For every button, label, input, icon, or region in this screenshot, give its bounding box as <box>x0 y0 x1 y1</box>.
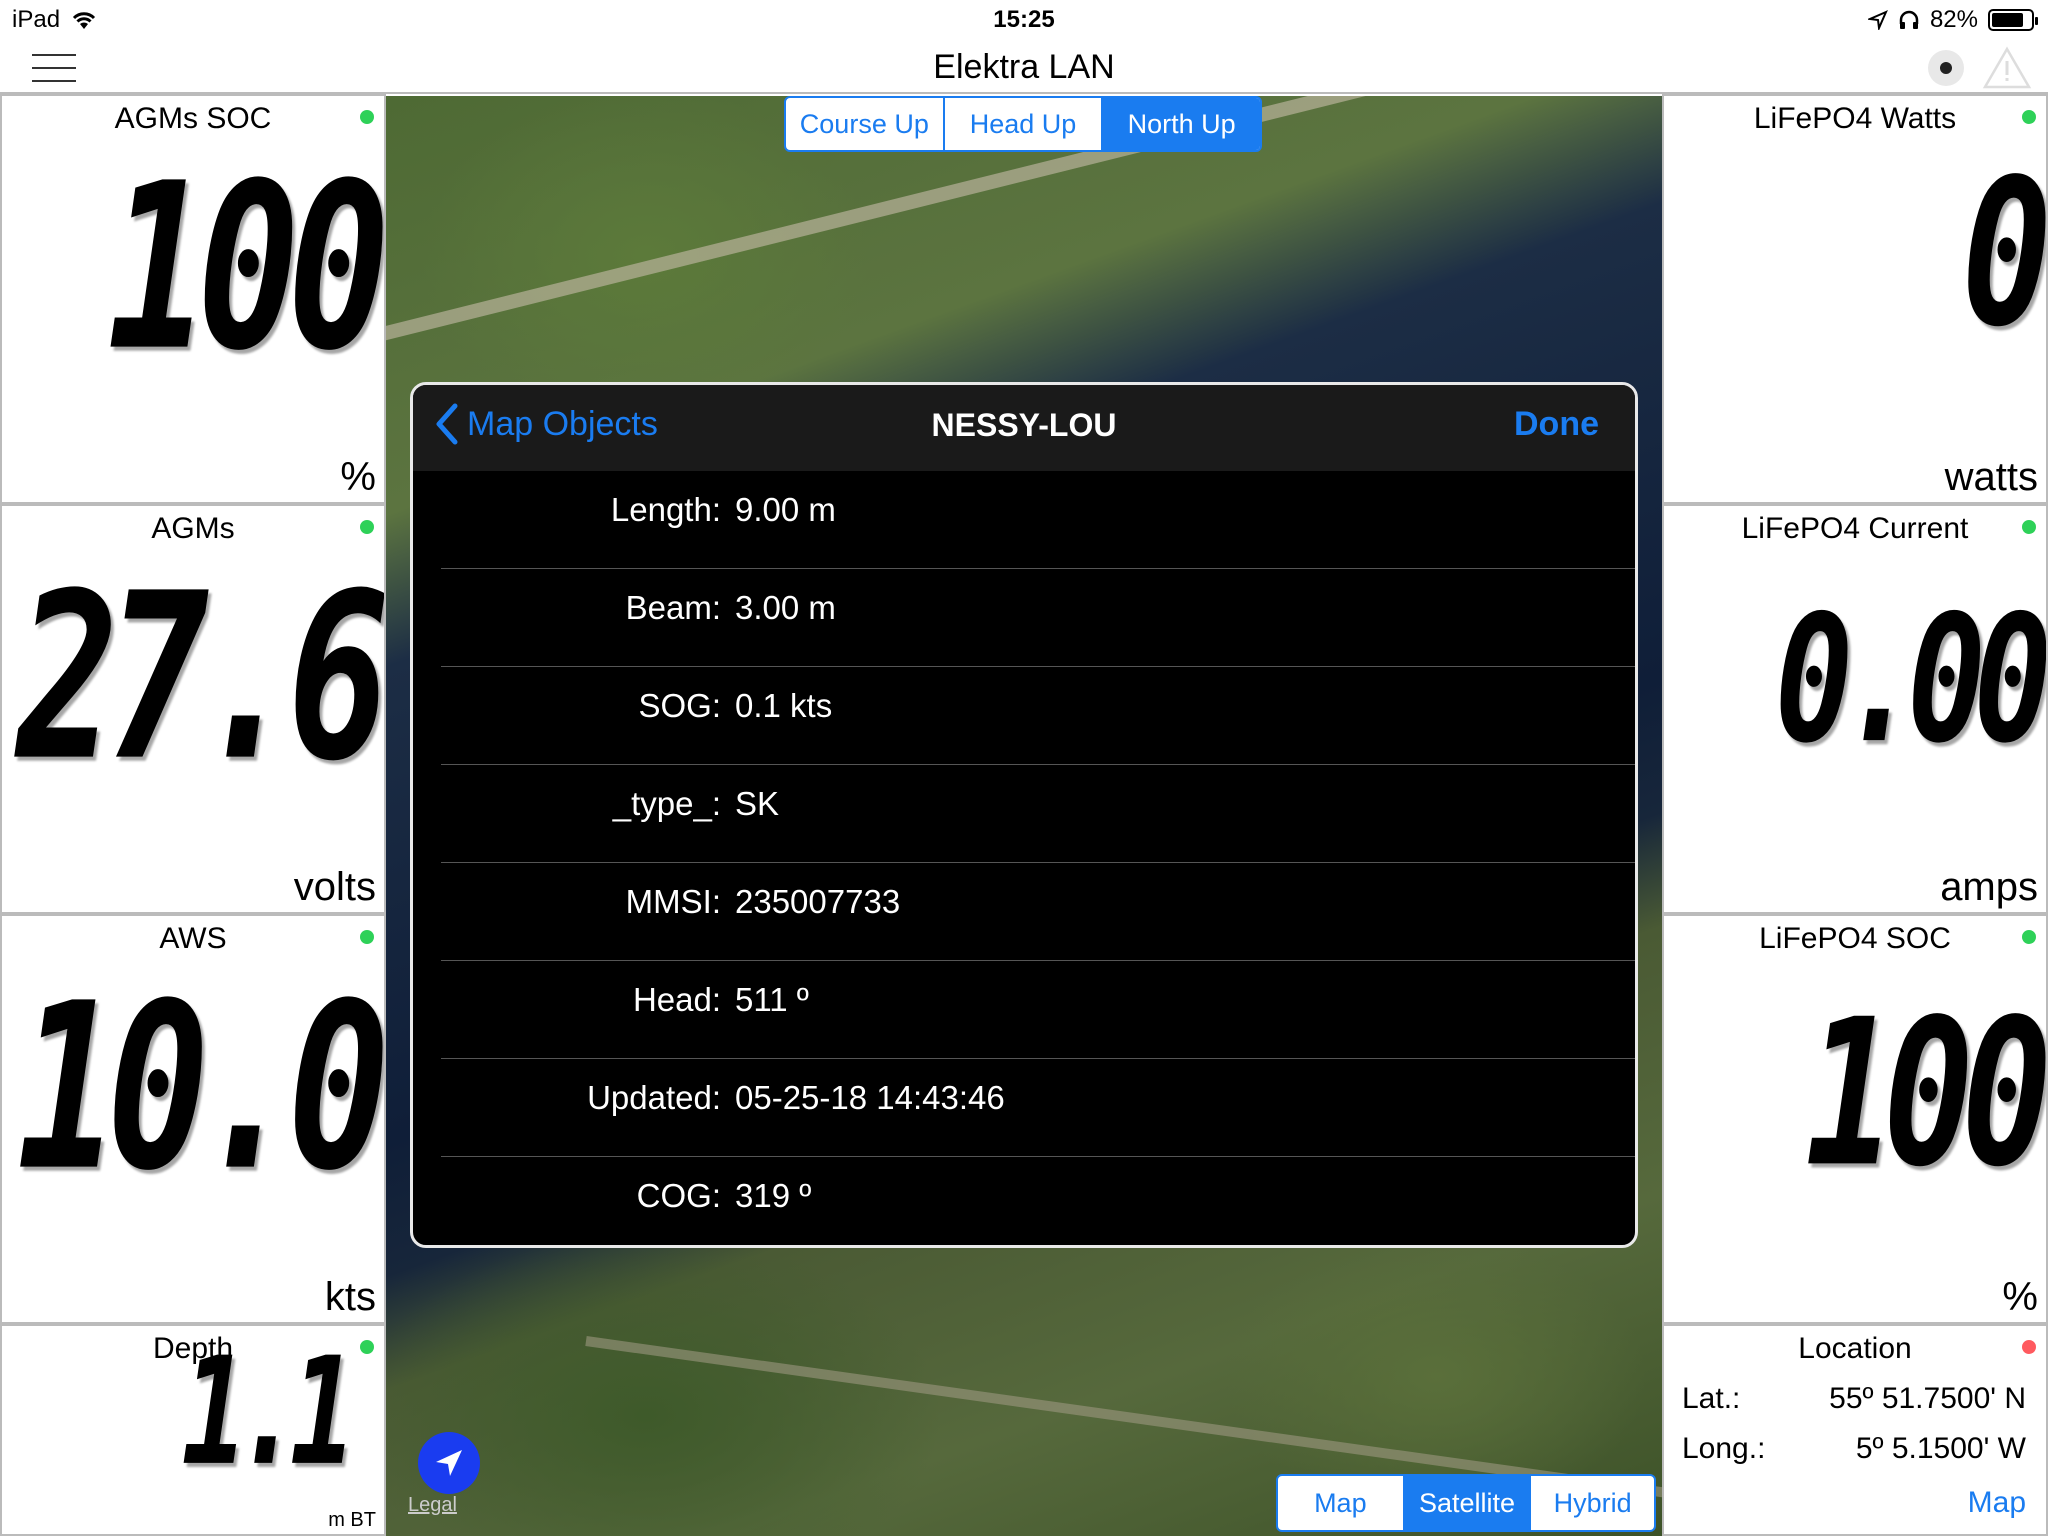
legal-link[interactable]: Legal <box>408 1494 457 1517</box>
warning-icon[interactable] <box>1982 46 2032 90</box>
map-link[interactable]: Map <box>1968 1486 2026 1520</box>
tile-unit: watts <box>1944 455 2038 499</box>
tile-aws[interactable]: AWS 10.0 kts <box>0 914 386 1324</box>
tile-agms-volts[interactable]: AGMs 27.6 volts <box>0 504 386 914</box>
app-title: Elektra LAN <box>933 48 1115 86</box>
detail-key: COG: <box>636 1177 721 1214</box>
detail-value: 0.1 kts <box>735 687 833 724</box>
list-item: MMSI: 235007733 <box>441 863 1635 961</box>
tile-title: AWS <box>159 922 227 955</box>
tile-value: 0.00 <box>1774 576 2046 782</box>
tile-title: AGMs <box>151 512 235 545</box>
detail-value: 05-25-18 14:43:46 <box>735 1079 1005 1116</box>
status-time: 15:25 <box>993 6 1055 33</box>
list-item: SOG: 0.1 kts <box>441 667 1635 765</box>
tile-title: LiFePO4 SOC <box>1759 922 1951 955</box>
orientation-control: Course Up Head Up North Up <box>784 96 1262 152</box>
tile-value: 0 <box>1961 137 2046 372</box>
map-type-control: Map Satellite Hybrid <box>1276 1474 1656 1532</box>
tile-unit: kts <box>324 1275 376 1319</box>
list-item: Head: 511 º <box>441 961 1635 1059</box>
status-dot <box>360 930 374 944</box>
status-dot <box>360 520 374 534</box>
nav-bar: Elektra LAN <box>0 40 2048 94</box>
longitude-label: Long.: <box>1682 1432 1766 1465</box>
list-item: _type_: SK <box>441 765 1635 863</box>
battery-icon <box>1988 9 2038 31</box>
headphones-icon <box>1899 10 1919 29</box>
popover-title: NESSY-LOU <box>931 407 1117 443</box>
detail-key: Head: <box>632 981 721 1018</box>
popover-header: Map Objects NESSY-LOU Done <box>413 385 1635 471</box>
map-object-popover: Map Objects NESSY-LOU Done Length: 9.00 … <box>410 382 1638 1248</box>
tile-lifepo4-current[interactable]: LiFePO4 Current 0.00 amps <box>1662 504 2048 914</box>
tile-title: LiFePO4 Current <box>1741 512 1969 545</box>
detail-value: 9.00 m <box>735 491 836 528</box>
location-arrow-icon <box>1867 10 1888 30</box>
status-bar: iPad 15:25 82% <box>0 0 2048 40</box>
map-type-map-button[interactable]: Map <box>1278 1476 1403 1530</box>
longitude-value: 5º 5.1500' W <box>1855 1432 2026 1465</box>
tile-value: 10.0 <box>16 954 384 1222</box>
head-up-button[interactable]: Head Up <box>942 98 1102 150</box>
list-item: Updated: 05-25-18 14:43:46 <box>441 1059 1635 1157</box>
tile-lifepo4-soc[interactable]: LiFePO4 SOC 100 % <box>1662 914 2048 1324</box>
tile-title: LiFePO4 Watts <box>1753 102 1957 135</box>
tile-title: Location <box>1798 1332 1912 1365</box>
latitude-label: Lat.: <box>1682 1382 1741 1415</box>
status-dot <box>2022 110 2036 124</box>
list-item: Length: 9.00 m <box>441 471 1635 569</box>
detail-value: 235007733 <box>735 883 901 920</box>
detail-key: Beam: <box>625 589 721 626</box>
tile-title: AGMs SOC <box>114 102 272 135</box>
tile-depth[interactable]: Depth 1.1 m BT <box>0 1324 386 1536</box>
navigation-arrow-icon <box>436 1450 462 1476</box>
latitude-row: Lat.: 55º 51.7500' N <box>1682 1382 2026 1416</box>
status-right: 82% <box>1867 6 2038 34</box>
status-dot <box>2022 520 2036 534</box>
status-dot <box>360 1340 374 1354</box>
status-dot <box>2022 930 2036 944</box>
tile-value: 27.6 <box>16 544 384 812</box>
course-up-button[interactable]: Course Up <box>786 98 943 150</box>
tile-value: 100 <box>1805 977 2046 1212</box>
battery-percent: 82% <box>1929 6 1978 33</box>
tile-unit: volts <box>293 865 376 909</box>
detail-key: SOG: <box>638 687 721 724</box>
done-button[interactable]: Done <box>1514 405 1599 444</box>
list-item: Beam: 3.00 m <box>441 569 1635 667</box>
longitude-row: Long.: 5º 5.1500' W <box>1682 1432 2026 1466</box>
detail-value: 319 º <box>735 1177 812 1214</box>
detail-key: _type_: <box>612 785 721 822</box>
tile-unit: amps <box>1940 865 2038 909</box>
status-dot <box>2022 1340 2036 1354</box>
detail-key: Length: <box>610 491 721 528</box>
latitude-value: 55º 51.7500' N <box>1829 1382 2026 1415</box>
detail-value: SK <box>735 785 780 822</box>
vessel-details-list: Length: 9.00 m Beam: 3.00 m SOG: 0.1 kts… <box>413 471 1635 1245</box>
tile-value: 1.1 <box>181 1325 356 1498</box>
detail-key: MMSI: <box>625 883 721 920</box>
tile-agms-soc[interactable]: AGMs SOC 100 % <box>0 94 386 504</box>
status-dot <box>360 110 374 124</box>
record-icon[interactable] <box>1928 50 1964 86</box>
locate-me-button[interactable] <box>418 1432 480 1494</box>
tile-location[interactable]: Location Lat.: 55º 51.7500' N Long.: 5º … <box>1662 1324 2048 1536</box>
tile-value: 100 <box>106 134 384 402</box>
north-up-button[interactable]: North Up <box>1101 98 1260 150</box>
tile-unit: m BT <box>328 1509 376 1531</box>
list-item: COG: 319 º <box>441 1157 1635 1245</box>
tile-lifepo4-watts[interactable]: LiFePO4 Watts 0 watts <box>1662 94 2048 504</box>
map-type-hybrid-button[interactable]: Hybrid <box>1529 1476 1654 1530</box>
detail-value: 511 º <box>735 981 809 1018</box>
detail-value: 3.00 m <box>735 589 836 626</box>
detail-key: Updated: <box>587 1079 721 1116</box>
map-type-satellite-button[interactable]: Satellite <box>1402 1476 1530 1530</box>
tile-unit: % <box>2002 1275 2038 1319</box>
tile-unit: % <box>340 455 376 499</box>
